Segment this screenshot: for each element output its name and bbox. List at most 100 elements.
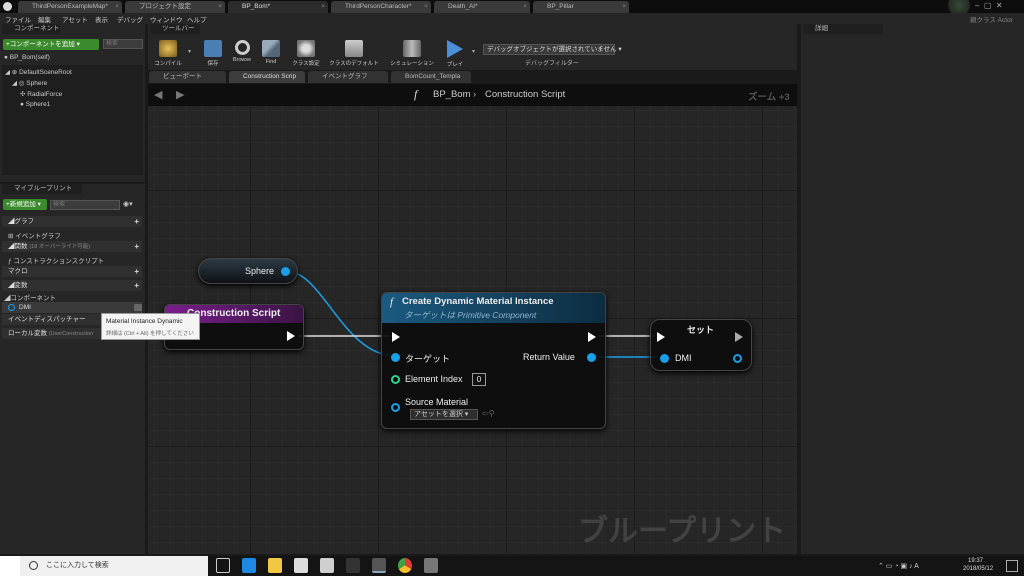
chrome-icon[interactable] xyxy=(398,558,412,573)
defaults-icon xyxy=(345,40,363,57)
asset-select-dropdown[interactable]: アセットを選択 ▾ xyxy=(410,409,478,420)
dmi-tooltip: Material Instance Dynamic 詳細は (Ctrl + Al… xyxy=(101,313,200,340)
sphere-getter-node[interactable]: Sphere xyxy=(198,258,298,284)
event-graph-item[interactable]: ⊞ イベントグラフ xyxy=(8,230,61,240)
tab-bomcount[interactable]: BomCount_Templa xyxy=(391,71,471,83)
element-index-label: Element Index xyxy=(405,374,463,384)
exec-output-pin[interactable] xyxy=(287,331,295,341)
start-button[interactable] xyxy=(0,556,20,576)
menu-file[interactable]: ファイル xyxy=(5,14,31,24)
source-material-pin[interactable] xyxy=(391,403,400,412)
menu-edit[interactable]: 編集 xyxy=(38,14,51,24)
close-icon[interactable]: × xyxy=(321,1,325,12)
section-functions[interactable]: ◢関数 (18 オーバーライド可能) + xyxy=(2,241,142,252)
tab-viewport[interactable]: ビューポート xyxy=(149,71,226,83)
menu-window[interactable]: ウィンドウ xyxy=(150,14,183,24)
add-function-icon[interactable]: + xyxy=(134,241,139,252)
system-tray-icons[interactable]: ⌃ ▭ ◔ ▣ ♪ A xyxy=(878,562,919,570)
element-index-pin[interactable] xyxy=(391,375,400,384)
tab-death-ai[interactable]: Death_AI* × xyxy=(434,1,530,13)
section-macros[interactable]: マクロ + xyxy=(2,266,142,277)
close-icon[interactable]: × xyxy=(218,1,222,12)
add-variable-icon[interactable]: + xyxy=(134,280,139,291)
construction-script-item[interactable]: ƒ コンストラクションスクリプト xyxy=(8,255,104,265)
dmi-input-pin[interactable] xyxy=(660,354,669,363)
set-dmi-node[interactable]: セット DMI xyxy=(650,319,752,371)
self-item[interactable]: ● BP_Bom(self) xyxy=(4,54,50,61)
edge-icon[interactable] xyxy=(242,558,256,573)
paint-icon[interactable] xyxy=(424,558,438,573)
epic-launcher-icon[interactable] xyxy=(346,558,360,573)
node-title: Construction Script xyxy=(187,308,281,319)
create-dmi-node[interactable]: f Create Dynamic Material Instance ターゲット… xyxy=(381,292,606,429)
compile-options-icon[interactable]: ▾ xyxy=(188,48,191,55)
exec-input-pin[interactable] xyxy=(657,332,665,342)
tab-bp-pillar[interactable]: BP_Pillar × xyxy=(533,1,629,13)
close-icon[interactable]: × xyxy=(622,1,626,12)
play-options-icon[interactable]: ▾ xyxy=(472,48,475,55)
dmi-output-pin[interactable] xyxy=(733,354,742,363)
graph-canvas[interactable]: ◀ ▶ f BP_Bom › Construction Script ズーム +… xyxy=(148,84,797,554)
element-index-input[interactable]: 0 xyxy=(472,373,486,386)
store-icon[interactable] xyxy=(294,558,308,573)
object-output-pin[interactable] xyxy=(281,267,290,276)
add-macro-icon[interactable]: + xyxy=(134,266,139,277)
tab-event-graph[interactable]: イベントグラフ xyxy=(308,71,388,83)
taskbar-search-input[interactable]: ここに入力して検索 xyxy=(20,556,208,576)
exec-input-pin[interactable] xyxy=(392,332,400,342)
eye-icon[interactable]: ◉▾ xyxy=(123,200,133,208)
tab-thirdpersoncharacter[interactable]: ThirdPersonCharacter* × xyxy=(331,1,431,13)
exec-output-pin[interactable] xyxy=(735,332,743,342)
components-subsection[interactable]: ◢コンポーネント xyxy=(4,292,56,302)
exec-output-pin[interactable] xyxy=(588,332,596,342)
mail-icon[interactable] xyxy=(320,558,334,573)
return-value-pin[interactable] xyxy=(587,353,596,362)
task-view-icon[interactable] xyxy=(216,558,230,573)
tree-item-sphere[interactable]: ◢ ◎ Sphere xyxy=(12,79,47,87)
tree-item-defaultsceneroot[interactable]: ◢ ⊕ DefaultSceneRoot xyxy=(5,68,72,76)
add-component-button[interactable]: +コンポーネントを追加 ▾ xyxy=(3,39,99,50)
section-graphs[interactable]: ◢グラフ + xyxy=(2,216,142,227)
compile-button[interactable]: コンパイル xyxy=(151,38,185,68)
compile-label: コンパイル xyxy=(154,61,182,67)
unreal-editor-icon[interactable] xyxy=(372,558,386,573)
tab-project-settings[interactable]: プロジェクト設定 × xyxy=(125,1,225,13)
simulation-button[interactable]: シミュレーション xyxy=(389,38,435,68)
dmi-variable-row[interactable]: DMI xyxy=(2,302,142,313)
notifications-icon[interactable] xyxy=(1006,560,1018,572)
section-variables[interactable]: ◢変数 + xyxy=(2,280,142,291)
menu-asset[interactable]: アセット xyxy=(62,14,88,24)
target-pin[interactable] xyxy=(391,353,400,362)
close-icon[interactable]: × xyxy=(523,1,527,12)
eye-closed-icon[interactable] xyxy=(134,304,142,311)
menu-help[interactable]: ヘルプ xyxy=(187,14,207,24)
components-panel: コンポーネント +コンポーネントを追加 ▾ 検索 ● BP_Bom(self) … xyxy=(0,24,145,182)
component-search-input[interactable]: 検索 xyxy=(103,39,143,49)
play-button[interactable]: プレイ xyxy=(441,38,469,68)
add-graph-icon[interactable]: + xyxy=(134,216,139,227)
window-controls[interactable]: – ▢ ✕ xyxy=(975,1,1003,10)
tab-construction-script[interactable]: Construction Scrip xyxy=(229,71,305,83)
debug-object-select[interactable]: デバッグオブジェクトが選択されていません ▾ xyxy=(483,44,622,55)
close-icon[interactable]: × xyxy=(115,1,119,12)
add-new-button[interactable]: +新規追加 ▾ xyxy=(3,199,47,210)
browse-asset-icon[interactable]: ⇦⚲ xyxy=(482,409,495,418)
blueprint-search-input[interactable]: 検索 xyxy=(50,200,120,210)
node-subtitle: ターゲットは Primitive Component xyxy=(404,310,537,320)
tree-item-sphere1[interactable]: ● Sphere1 xyxy=(20,101,50,108)
menu-view[interactable]: 表示 xyxy=(95,14,108,24)
class-defaults-button[interactable]: クラスのデフォルト xyxy=(328,38,380,68)
close-icon[interactable]: × xyxy=(424,1,428,12)
file-explorer-icon[interactable] xyxy=(268,558,282,573)
item-label: コンポーネント xyxy=(10,295,57,302)
browse-label: Browse xyxy=(232,57,252,63)
browse-button[interactable]: Browse xyxy=(228,38,256,68)
menu-debug[interactable]: デバッグ xyxy=(117,14,143,24)
tree-item-radialforce[interactable]: ✣ RadialForce xyxy=(20,90,62,98)
tab-thirdpersonexamplemap[interactable]: ThirdPersonExampleMap* × xyxy=(18,1,122,13)
class-settings-button[interactable]: クラス設定 xyxy=(289,38,323,68)
tab-bp-bom[interactable]: BP_Bom* × xyxy=(228,1,328,13)
save-button[interactable]: 保存 xyxy=(199,38,227,68)
tab-label: イベントグラフ xyxy=(322,73,368,80)
find-button[interactable]: Find xyxy=(257,38,285,68)
